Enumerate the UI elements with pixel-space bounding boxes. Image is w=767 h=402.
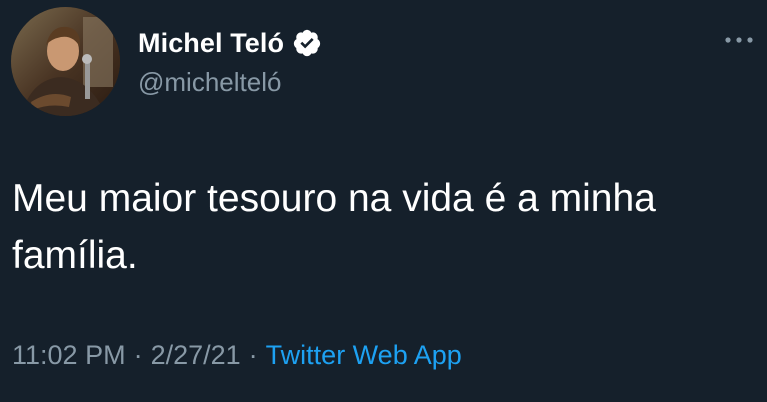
avatar[interactable] [11, 7, 120, 116]
avatar-photo [11, 7, 120, 116]
author-row: Michel Teló [138, 26, 322, 60]
separator: · [133, 340, 143, 370]
separator: · [248, 340, 258, 370]
tweet-source-link[interactable]: Twitter Web App [266, 340, 462, 370]
verified-badge-icon [292, 28, 322, 58]
more-options-icon[interactable] [722, 30, 756, 50]
tweet-time[interactable]: 11:02 PM [12, 340, 126, 370]
display-name[interactable]: Michel Teló [138, 28, 284, 59]
tweet-text: Meu maior tesouro na vida é a minha famí… [12, 177, 656, 277]
author-handle[interactable]: @michelteló [138, 67, 281, 98]
tweet-date[interactable]: 2/27/21 [151, 340, 241, 370]
tweet-metadata: 11:02 PM · 2/27/21 · Twitter Web App [12, 340, 462, 371]
tweet-card: Michel Teló @michelteló Meu maior tesour… [0, 0, 767, 402]
